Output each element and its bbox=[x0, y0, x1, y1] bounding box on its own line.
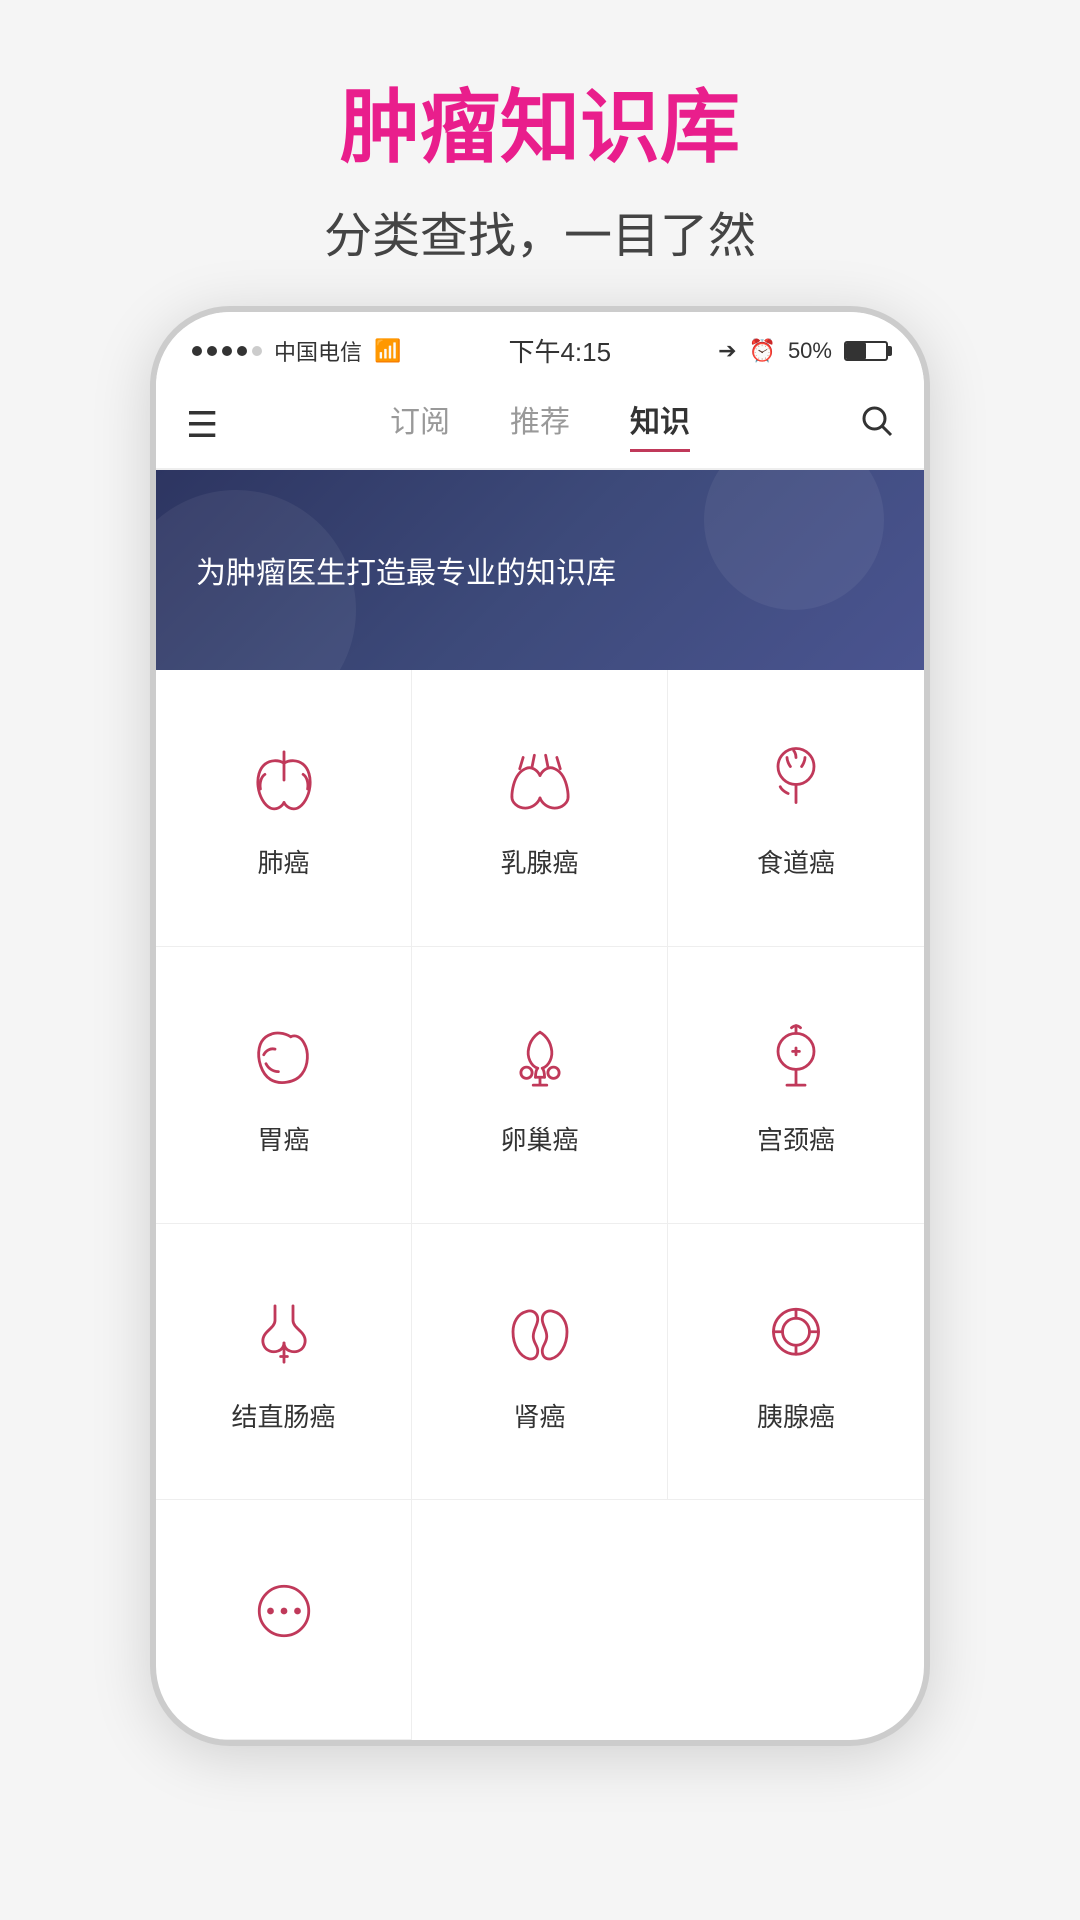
ovary-icon bbox=[495, 1012, 585, 1102]
nav-bar: ☰ 订阅 推荐 知识 bbox=[156, 381, 924, 470]
esophagus-label: 食道癌 bbox=[757, 843, 835, 880]
cervix-icon bbox=[751, 1012, 841, 1102]
alarm-icon: ⏰ bbox=[749, 338, 776, 364]
search-icon[interactable] bbox=[834, 402, 894, 447]
category-lung[interactable]: 肺癌 bbox=[156, 670, 412, 947]
category-pancreas[interactable]: 胰腺癌 bbox=[668, 1224, 924, 1501]
banner-text: 为肿瘤医生打造最专业的知识库 bbox=[196, 548, 616, 592]
stomach-icon bbox=[239, 1012, 329, 1102]
category-esophagus[interactable]: 食道癌 bbox=[668, 670, 924, 947]
lung-icon bbox=[239, 735, 329, 825]
category-ovary[interactable]: 卵巢癌 bbox=[412, 947, 668, 1224]
signal-dots bbox=[192, 346, 262, 356]
hamburger-icon[interactable]: ☰ bbox=[186, 404, 246, 446]
carrier-label: 中国电信 bbox=[274, 335, 362, 367]
more-icon bbox=[239, 1566, 329, 1656]
category-cervix[interactable]: 宫颈癌 bbox=[668, 947, 924, 1224]
status-right: ➔ ⏰ 50% bbox=[718, 338, 888, 364]
colon-icon bbox=[239, 1289, 329, 1379]
pancreas-icon bbox=[751, 1289, 841, 1379]
colon-label: 结直肠癌 bbox=[231, 1397, 335, 1434]
banner: 为肿瘤医生打造最专业的知识库 bbox=[156, 470, 924, 670]
ovary-label: 卵巢癌 bbox=[500, 1120, 578, 1157]
category-stomach[interactable]: 胃癌 bbox=[156, 947, 412, 1224]
esophagus-icon bbox=[751, 735, 841, 825]
nav-tabs: 订阅 推荐 知识 bbox=[246, 397, 834, 452]
kidney-label: 肾癌 bbox=[513, 1397, 565, 1434]
stomach-label: 胃癌 bbox=[257, 1120, 309, 1157]
category-grid: 肺癌 乳腺癌 bbox=[156, 670, 924, 1740]
tab-knowledge[interactable]: 知识 bbox=[630, 397, 690, 452]
wifi-icon: 📶 bbox=[374, 338, 401, 364]
lung-label: 肺癌 bbox=[257, 843, 309, 880]
category-breast[interactable]: 乳腺癌 bbox=[412, 670, 668, 947]
cervix-label: 宫颈癌 bbox=[757, 1120, 835, 1157]
category-kidney[interactable]: 肾癌 bbox=[412, 1224, 668, 1501]
category-colon[interactable]: 结直肠癌 bbox=[156, 1224, 412, 1501]
time-label: 下午4:15 bbox=[508, 332, 611, 369]
battery-icon bbox=[844, 341, 888, 361]
kidney-icon bbox=[495, 1289, 585, 1379]
page-title-main: 肿瘤知识库 bbox=[324, 80, 756, 176]
breast-icon bbox=[495, 735, 585, 825]
page-title-sub: 分类查找，一目了然 bbox=[324, 196, 756, 266]
category-more[interactable] bbox=[156, 1500, 412, 1740]
status-left: 中国电信 📶 bbox=[192, 335, 401, 367]
battery-percent: 50% bbox=[788, 338, 832, 364]
breast-label: 乳腺癌 bbox=[500, 843, 578, 880]
phone-frame: 中国电信 📶 下午4:15 ➔ ⏰ 50% ☰ 订阅 推荐 知识 为肿 bbox=[150, 306, 930, 1746]
pancreas-label: 胰腺癌 bbox=[757, 1397, 835, 1434]
status-bar: 中国电信 📶 下午4:15 ➔ ⏰ 50% bbox=[156, 312, 924, 381]
page-header: 肿瘤知识库 分类查找，一目了然 bbox=[324, 0, 756, 266]
tab-subscribe[interactable]: 订阅 bbox=[390, 397, 450, 452]
tab-recommend[interactable]: 推荐 bbox=[510, 397, 570, 452]
location-icon: ➔ bbox=[718, 338, 736, 364]
